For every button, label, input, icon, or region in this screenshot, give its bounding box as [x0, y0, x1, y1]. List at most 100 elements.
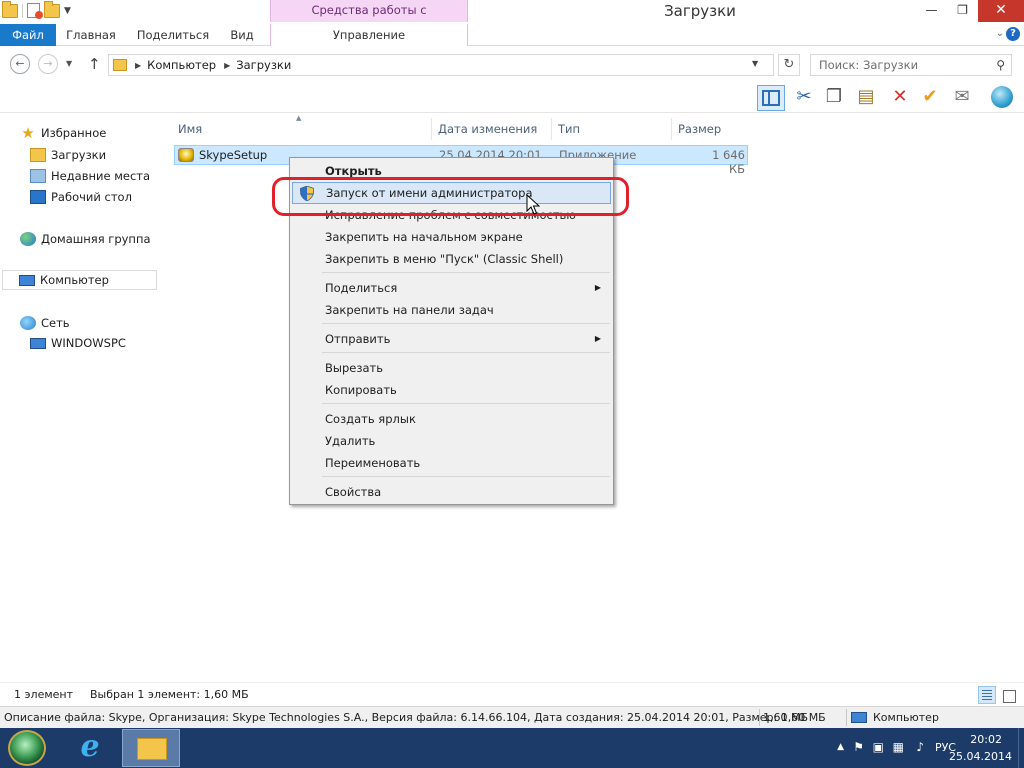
menu-item-label: Отправить: [325, 332, 391, 346]
recent-places-icon: [30, 169, 46, 183]
column-header-size[interactable]: Размер: [674, 118, 748, 140]
forward-button[interactable]: →: [38, 54, 58, 74]
column-header-name[interactable]: Имя: [174, 118, 432, 140]
wired-network-icon[interactable]: ▦: [893, 740, 904, 754]
menu-item-properties[interactable]: Свойства: [292, 481, 611, 503]
location-label: Компьютер: [873, 711, 939, 724]
internet-explorer-icon[interactable]: e: [72, 732, 108, 764]
computer-icon: [851, 712, 867, 723]
menu-item-pin-taskbar[interactable]: Закрепить на панели задач: [292, 299, 611, 321]
mouse-cursor-icon: [526, 194, 540, 215]
tab-home[interactable]: Главная: [58, 24, 124, 46]
nav-downloads[interactable]: Загрузки: [30, 145, 106, 165]
status-bar: 1 элемент Выбран 1 элемент: 1,60 МБ: [0, 682, 1024, 706]
breadcrumb-computer[interactable]: Компьютер: [147, 58, 216, 72]
show-hidden-icons-icon[interactable]: ▲: [837, 742, 844, 752]
classic-shell-icon[interactable]: [988, 85, 1016, 111]
properties-icon[interactable]: ✔: [916, 85, 944, 111]
tab-file[interactable]: Файл: [0, 24, 56, 46]
menu-item-share[interactable]: Поделиться ▶: [292, 277, 611, 299]
search-box[interactable]: ⚲: [810, 54, 1012, 76]
clock-date[interactable]: 25.04.2014: [949, 750, 1012, 763]
breadcrumb-separator-icon[interactable]: ▶: [224, 61, 230, 70]
action-center-flag-icon[interactable]: ⚑: [853, 740, 864, 754]
menu-item-label: Поделиться: [325, 281, 398, 295]
computer-icon: [30, 337, 46, 349]
details-view-button[interactable]: [978, 686, 996, 704]
column-header-date[interactable]: Дата изменения: [434, 118, 552, 140]
address-dropdown-icon[interactable]: ▼: [752, 59, 758, 68]
up-button[interactable]: ↑: [88, 55, 101, 73]
column-header-type[interactable]: Тип: [554, 118, 672, 140]
location-info: Компьютер: [851, 711, 939, 724]
desktop-icon: [30, 190, 46, 204]
nav-recent-places[interactable]: Недавние места: [30, 166, 150, 186]
annotation-highlight-ring: [272, 177, 629, 216]
folder-icon[interactable]: [2, 0, 18, 18]
search-input[interactable]: [811, 55, 987, 75]
status-divider: [846, 709, 847, 726]
breadcrumb-separator-icon[interactable]: ▶: [135, 61, 141, 70]
tab-share[interactable]: Поделиться: [130, 24, 216, 46]
folder-icon: [113, 59, 127, 71]
menu-item-send-to[interactable]: Отправить ▶: [292, 328, 611, 350]
recent-locations-icon[interactable]: ▼: [66, 59, 72, 68]
file-explorer-taskbar-button[interactable]: [122, 729, 180, 767]
show-desktop-button[interactable]: [1018, 728, 1024, 768]
back-button[interactable]: ←: [10, 54, 30, 74]
network-status-icon[interactable]: ▣: [873, 740, 884, 754]
start-button[interactable]: [8, 730, 46, 766]
menu-item-cut[interactable]: Вырезать: [292, 357, 611, 379]
nav-label: Загрузки: [51, 148, 107, 162]
quick-access-toolbar: ▼: [2, 0, 71, 19]
menu-item-rename[interactable]: Переименовать: [292, 452, 611, 474]
new-folder-icon[interactable]: [44, 0, 60, 18]
customize-qat-icon[interactable]: ▼: [64, 6, 71, 16]
menu-item-delete[interactable]: Удалить: [292, 430, 611, 452]
menu-item-pin-start[interactable]: Закрепить на начальном экране: [292, 226, 611, 248]
tab-manage[interactable]: Управление: [270, 24, 468, 46]
layout-icon[interactable]: [757, 85, 785, 111]
menu-item-create-shortcut[interactable]: Создать ярлык: [292, 408, 611, 430]
maximize-button[interactable]: ❐: [947, 0, 978, 22]
file-name: SkypeSetup: [199, 148, 268, 162]
nav-network[interactable]: Сеть: [20, 313, 70, 333]
submenu-arrow-icon: ▶: [594, 334, 601, 343]
toolbar-divider: [22, 3, 23, 18]
nav-homegroup[interactable]: Домашняя группа: [20, 229, 151, 249]
nav-network-pc[interactable]: WINDOWSPC: [30, 333, 126, 353]
breadcrumb-downloads[interactable]: Загрузки: [236, 58, 291, 72]
nav-computer[interactable]: Компьютер: [2, 270, 157, 290]
navigation-pane: ★ Избранное Загрузки Недавние места Рабо…: [0, 114, 160, 682]
downloads-folder-icon: [30, 148, 46, 162]
address-bar[interactable]: ▶ Компьютер ▶ Загрузки: [108, 54, 774, 76]
menu-separator: [322, 403, 610, 404]
tab-view[interactable]: Вид: [222, 24, 262, 46]
refresh-button[interactable]: ↻: [778, 54, 800, 76]
nav-label: Рабочий стол: [51, 190, 132, 204]
copy-icon[interactable]: ❐: [820, 85, 848, 111]
search-icon[interactable]: ⚲: [996, 58, 1005, 72]
delete-icon[interactable]: ✕: [886, 85, 914, 111]
properties-icon[interactable]: [27, 3, 43, 19]
window-controls: — ❐ ✕: [916, 0, 1024, 22]
expand-ribbon-icon[interactable]: ⌄: [996, 28, 1004, 39]
details-info-bar: Описание файла: Skype, Организация: Skyp…: [0, 706, 1024, 728]
minimize-button[interactable]: —: [916, 0, 947, 22]
paste-icon[interactable]: ▤: [852, 85, 880, 111]
nav-favorites[interactable]: ★ Избранное: [20, 123, 106, 143]
close-button[interactable]: ✕: [978, 0, 1024, 22]
app-tools-context-label: Средства работы с приложениями: [270, 0, 468, 38]
help-icon[interactable]: ?: [1006, 27, 1020, 41]
window-title: Загрузки: [664, 2, 736, 20]
email-icon[interactable]: ✉: [948, 85, 976, 111]
computer-icon: [19, 274, 35, 286]
cut-icon[interactable]: ✂: [790, 85, 818, 111]
volume-icon[interactable]: ♪: [916, 740, 924, 754]
large-icons-view-button[interactable]: [999, 686, 1017, 704]
navigation-bar: ← → ▼ ↑ ▶ Компьютер ▶ Загрузки ▼ ↻ ⚲: [0, 47, 1024, 83]
menu-item-copy[interactable]: Копировать: [292, 379, 611, 401]
nav-desktop[interactable]: Рабочий стол: [30, 187, 132, 207]
menu-item-pin-classic-shell[interactable]: Закрепить в меню "Пуск" (Classic Shell): [292, 248, 611, 270]
clock-time[interactable]: 20:02: [970, 733, 1002, 746]
